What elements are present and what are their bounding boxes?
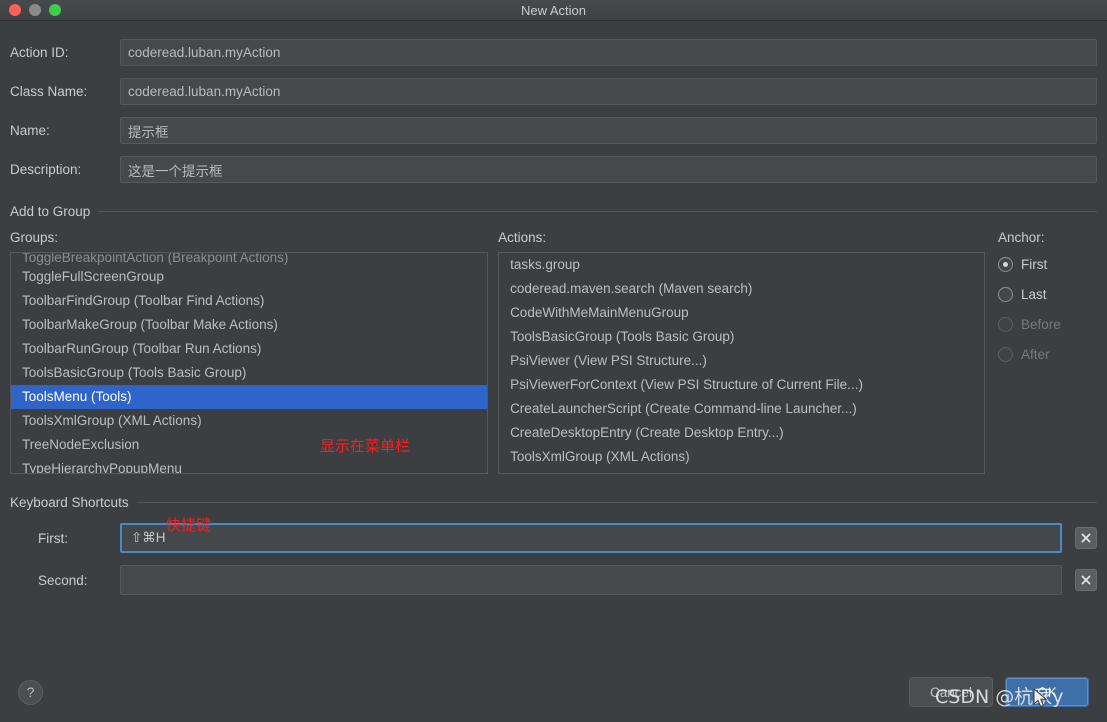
add-to-group-label: Add to Group bbox=[10, 203, 91, 219]
keyboard-shortcuts-section-header: Keyboard Shortcuts bbox=[10, 493, 1097, 511]
field-row-action-id: Action ID: bbox=[10, 39, 1097, 66]
list-item[interactable]: ToolbarRunGroup (Toolbar Run Actions) bbox=[11, 337, 487, 361]
actions-caption: Actions: bbox=[498, 230, 547, 245]
anchor-option-after: After bbox=[998, 342, 1097, 366]
anchor-option-last[interactable]: Last bbox=[998, 282, 1097, 306]
close-button[interactable] bbox=[9, 4, 21, 16]
list-item[interactable]: CreateDesktopEntry (Create Desktop Entry… bbox=[499, 421, 984, 445]
group-selection-area: Groups: ToggleBreakpointAction (Breakpoi… bbox=[10, 230, 1097, 474]
list-item[interactable]: TreeNodeExclusion bbox=[11, 433, 487, 457]
list-item[interactable]: PsiViewerForContext (View PSI Structure … bbox=[499, 373, 984, 397]
second-shortcut-clear-button[interactable] bbox=[1075, 569, 1097, 591]
window-controls bbox=[0, 4, 61, 16]
cancel-button[interactable]: Cancel bbox=[909, 677, 993, 707]
shortcut-row-first: First: bbox=[10, 523, 1097, 553]
class-name-label: Class Name: bbox=[10, 84, 88, 99]
list-item[interactable]: ToolbarFindGroup (Toolbar Find Actions) bbox=[11, 289, 487, 313]
name-label: Name: bbox=[10, 123, 50, 138]
anchor-option-label: First bbox=[1021, 256, 1048, 272]
list-item[interactable]: ToggleFullScreenGroup bbox=[11, 265, 487, 289]
field-row-class-name: Class Name: bbox=[10, 78, 1097, 105]
class-name-input[interactable] bbox=[120, 78, 1097, 105]
new-action-dialog: New Action Action ID: Class Name: Name: … bbox=[0, 0, 1107, 722]
list-item[interactable]: ToolsBasicGroup (Tools Basic Group) bbox=[499, 325, 984, 349]
list-item[interactable]: ToggleBreakpointAction (Breakpoint Actio… bbox=[11, 253, 487, 265]
action-id-label: Action ID: bbox=[10, 45, 69, 60]
second-shortcut-input[interactable] bbox=[120, 565, 1062, 595]
description-input[interactable] bbox=[120, 156, 1097, 183]
radio-icon[interactable] bbox=[998, 256, 1014, 272]
actions-listbox[interactable]: tasks.group coderead.maven.search (Maven … bbox=[498, 252, 986, 474]
dialog-footer: ? Cancel OK bbox=[0, 662, 1107, 722]
list-item[interactable]: CreateLauncherScript (Create Command-lin… bbox=[499, 397, 984, 421]
actions-list: tasks.group coderead.maven.search (Maven … bbox=[499, 253, 984, 469]
action-id-input[interactable] bbox=[120, 39, 1097, 66]
anchor-option-label: Last bbox=[1021, 286, 1047, 302]
add-to-group-section-header: Add to Group bbox=[10, 202, 1097, 220]
list-item[interactable]: ToolsXmlGroup (XML Actions) bbox=[499, 445, 984, 469]
actions-column: Actions: tasks.group coderead.maven.searc… bbox=[498, 230, 986, 474]
window-title: New Action bbox=[520, 2, 587, 18]
groups-listbox[interactable]: ToggleBreakpointAction (Breakpoint Actio… bbox=[10, 252, 489, 474]
list-item[interactable]: tasks.group bbox=[499, 253, 984, 277]
list-item[interactable]: TypeHierarchyPopupMenu bbox=[11, 457, 487, 473]
anchor-radio-group: First Last Before After bbox=[998, 252, 1097, 372]
shortcut-row-second: Second: bbox=[10, 565, 1097, 595]
field-row-name: Name: bbox=[10, 117, 1097, 144]
description-label: Description: bbox=[10, 162, 82, 177]
field-row-description: Description: bbox=[10, 156, 1097, 183]
anchor-column: Anchor: First Last Before After bbox=[998, 230, 1097, 474]
groups-caption: Groups: bbox=[10, 230, 59, 245]
list-item[interactable]: PsiViewer (View PSI Structure...) bbox=[499, 349, 984, 373]
first-shortcut-input[interactable] bbox=[120, 523, 1062, 553]
first-shortcut-label: First: bbox=[38, 530, 68, 546]
groups-list: ToggleBreakpointAction (Breakpoint Actio… bbox=[11, 253, 488, 473]
radio-icon[interactable] bbox=[998, 286, 1014, 302]
section-divider bbox=[98, 210, 1097, 212]
list-item[interactable]: CodeWithMeMainMenuGroup bbox=[499, 301, 984, 325]
second-shortcut-label: Second: bbox=[38, 572, 88, 588]
minimize-button[interactable] bbox=[29, 4, 41, 16]
list-item-selected[interactable]: ToolsMenu (Tools) bbox=[11, 385, 488, 409]
dialog-body: Action ID: Class Name: Name: Description… bbox=[0, 21, 1107, 722]
help-button[interactable]: ? bbox=[18, 679, 43, 705]
first-shortcut-clear-button[interactable] bbox=[1075, 527, 1097, 549]
ok-button[interactable]: OK bbox=[1005, 677, 1089, 707]
list-item[interactable]: ToolsBasicGroup (Tools Basic Group) bbox=[11, 361, 487, 385]
anchor-caption: Anchor: bbox=[998, 230, 1045, 245]
keyboard-shortcuts-label: Keyboard Shortcuts bbox=[10, 494, 129, 510]
list-item[interactable]: coderead.maven.search (Maven search) bbox=[499, 277, 984, 301]
close-icon bbox=[1081, 533, 1091, 543]
anchor-option-label: Before bbox=[1021, 316, 1061, 332]
anchor-option-first[interactable]: First bbox=[998, 252, 1097, 276]
radio-icon bbox=[998, 316, 1014, 332]
anchor-option-before: Before bbox=[998, 312, 1097, 336]
list-item[interactable]: ToolsXmlGroup (XML Actions) bbox=[11, 409, 487, 433]
zoom-button[interactable] bbox=[49, 4, 61, 16]
section-divider bbox=[136, 501, 1097, 503]
list-item[interactable]: ToolbarMakeGroup (Toolbar Make Actions) bbox=[11, 313, 487, 337]
name-input[interactable] bbox=[120, 117, 1097, 144]
anchor-option-label: After bbox=[1021, 346, 1050, 362]
radio-icon bbox=[998, 346, 1014, 362]
groups-column: Groups: ToggleBreakpointAction (Breakpoi… bbox=[10, 230, 489, 474]
title-bar: New Action bbox=[0, 0, 1107, 21]
close-icon bbox=[1081, 575, 1091, 585]
